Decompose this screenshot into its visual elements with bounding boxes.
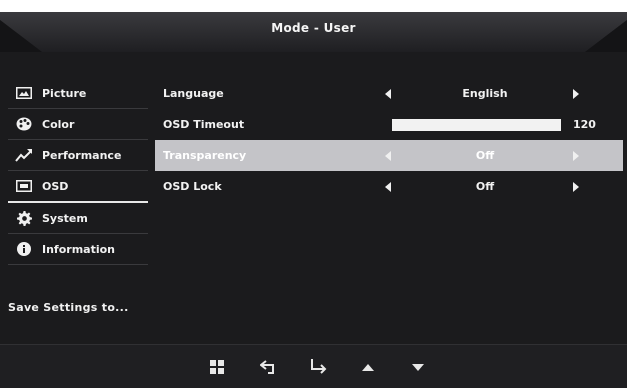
back-icon[interactable] (260, 357, 310, 377)
setting-label: OSD Timeout (163, 118, 245, 131)
info-icon (15, 242, 33, 256)
setting-row-transparency[interactable]: Transparency Off (155, 140, 623, 171)
setting-label: Transparency (163, 149, 247, 162)
sidebar-item-label: OSD (42, 179, 69, 193)
sidebar-item-label: System (42, 211, 88, 225)
footer-buttons (210, 357, 460, 377)
save-settings-button[interactable]: Save Settings to... (8, 301, 129, 314)
sidebar-item-label: Color (42, 117, 75, 131)
sidebar-item-label: Picture (42, 86, 87, 100)
trend-arrow-icon (15, 148, 33, 162)
setting-label: OSD Lock (163, 180, 222, 193)
setting-value: 120 (573, 118, 596, 131)
sidebar-item-label: Performance (42, 148, 122, 162)
arrow-right-icon[interactable] (573, 181, 579, 192)
gear-icon (15, 210, 33, 226)
setting-label: Language (163, 87, 224, 100)
sidebar-item-system[interactable]: System (8, 203, 148, 234)
enter-icon[interactable] (310, 357, 360, 377)
setting-value: Off (475, 180, 495, 193)
arrow-right-icon[interactable] (573, 88, 579, 99)
up-icon[interactable] (360, 357, 410, 377)
sidebar-item-osd[interactable]: OSD (8, 171, 148, 203)
setting-value: Off (475, 149, 495, 162)
slider-fill (392, 118, 561, 131)
footer-bar (0, 344, 627, 388)
setting-row-osd-timeout[interactable]: OSD Timeout 120 (155, 109, 623, 140)
osd-menu: Mode - User Picture Color Performance OS… (0, 12, 627, 388)
setting-row-osd-lock[interactable]: OSD Lock Off (155, 171, 623, 202)
arrow-right-icon[interactable] (573, 150, 579, 161)
mode-title: Mode - User (271, 21, 356, 35)
sidebar: Picture Color Performance OSD System Inf… (8, 78, 148, 265)
setting-row-language[interactable]: Language English (155, 78, 623, 109)
sidebar-item-information[interactable]: Information (8, 234, 148, 265)
arrow-left-icon[interactable] (385, 181, 391, 192)
down-icon[interactable] (410, 357, 460, 377)
arrow-left-icon[interactable] (385, 150, 391, 161)
sidebar-item-performance[interactable]: Performance (8, 140, 148, 171)
arrow-left-icon[interactable] (385, 88, 391, 99)
setting-value: English (462, 87, 508, 100)
palette-icon (15, 117, 33, 131)
settings-list: Language English OSD Timeout 120 Transpa… (155, 78, 623, 202)
osd-screen-icon (15, 179, 33, 193)
sidebar-item-picture[interactable]: Picture (8, 78, 148, 109)
header-bar: Mode - User (0, 12, 627, 54)
sidebar-item-label: Information (42, 242, 115, 256)
osd-timeout-slider[interactable] (392, 118, 561, 131)
picture-icon (15, 86, 33, 100)
sidebar-item-color[interactable]: Color (8, 109, 148, 140)
menu-grid-icon[interactable] (210, 357, 260, 377)
